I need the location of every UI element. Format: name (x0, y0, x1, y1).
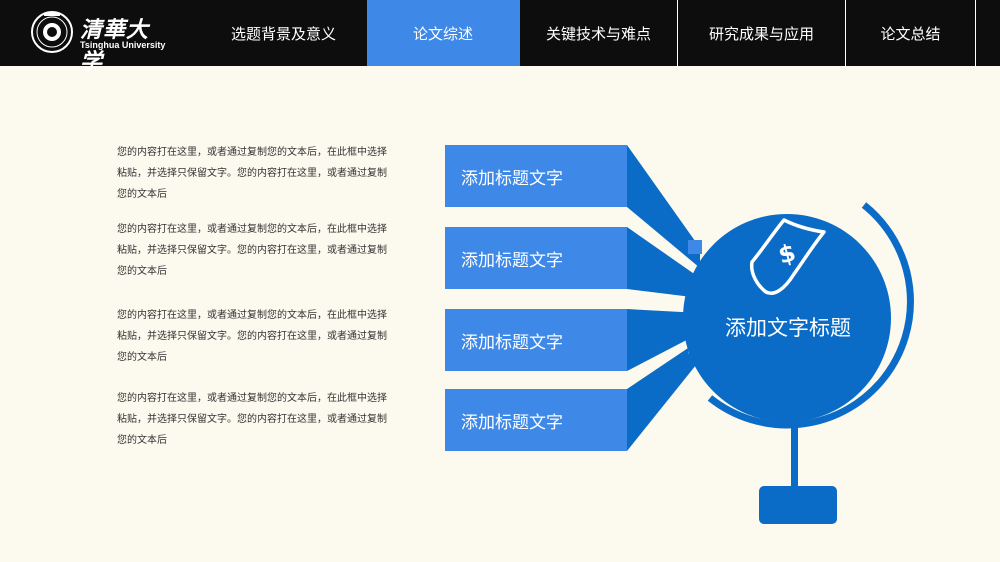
globe-stand-base (759, 486, 837, 524)
title-box-3[interactable]: 添加标题文字 (445, 309, 627, 371)
title-box-2[interactable]: 添加标题文字 (445, 227, 627, 289)
globe-stand-pole (791, 426, 798, 490)
title-box-4[interactable]: 添加标题文字 (445, 389, 627, 451)
title-box-1[interactable]: 添加标题文字 (445, 145, 627, 207)
svg-text:$: $ (775, 238, 798, 269)
center-title[interactable]: 添加文字标题 (688, 312, 888, 342)
money-bill-icon: $ (749, 218, 826, 295)
